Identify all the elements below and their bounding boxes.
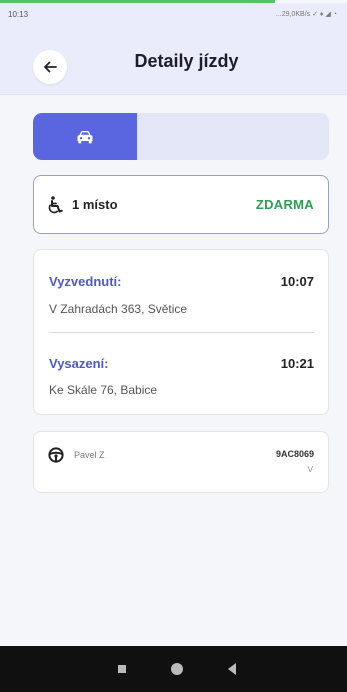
dropoff-time: 10:21 — [280, 356, 314, 371]
wheelchair-icon — [48, 195, 63, 213]
seat-card: 1 místo ZDARMA — [33, 175, 329, 234]
pickup-time: 10:07 — [280, 274, 314, 289]
status-bar: 10:13 ...29,0KB/s ✓ ♦ ◢ ◔ — [0, 3, 347, 25]
price-label: ZDARMA — [255, 197, 314, 212]
recent-apps-button[interactable] — [118, 665, 126, 673]
pickup-label: Vyzvednutí: — [49, 274, 122, 289]
home-button[interactable] — [171, 663, 183, 675]
pickup-address: V Zahradách 363, Světice — [49, 302, 188, 316]
steering-wheel-icon — [48, 447, 64, 463]
route-card: Vyzvednutí: 10:07 V Zahradách 363, Světi… — [33, 249, 329, 415]
status-indicators: ...29,0KB/s ✓ ♦ ◢ ◔ — [275, 11, 337, 18]
route-divider — [49, 332, 314, 333]
driver-card: Pavel Z 9AC8069 V — [33, 431, 329, 493]
car-icon — [77, 130, 93, 143]
driver-name: Pavel Z — [74, 450, 105, 460]
system-back-button[interactable] — [228, 663, 236, 675]
status-time: 10:13 — [8, 9, 29, 19]
license-plate: 9AC8069 — [275, 449, 314, 459]
page-title: Detaily jízdy — [134, 51, 239, 71]
dropoff-address: Ke Skále 76, Babice — [49, 383, 158, 397]
ride-type-selector[interactable] — [33, 113, 329, 160]
dropoff-label: Vysazení: — [49, 356, 109, 371]
seat-count-label: 1 místo — [72, 197, 118, 212]
license-plate-suffix: V — [307, 465, 313, 474]
system-nav-bar — [0, 646, 347, 692]
ride-type-car-tab[interactable] — [33, 113, 137, 160]
app-header: Detaily jízdy — [0, 25, 347, 95]
